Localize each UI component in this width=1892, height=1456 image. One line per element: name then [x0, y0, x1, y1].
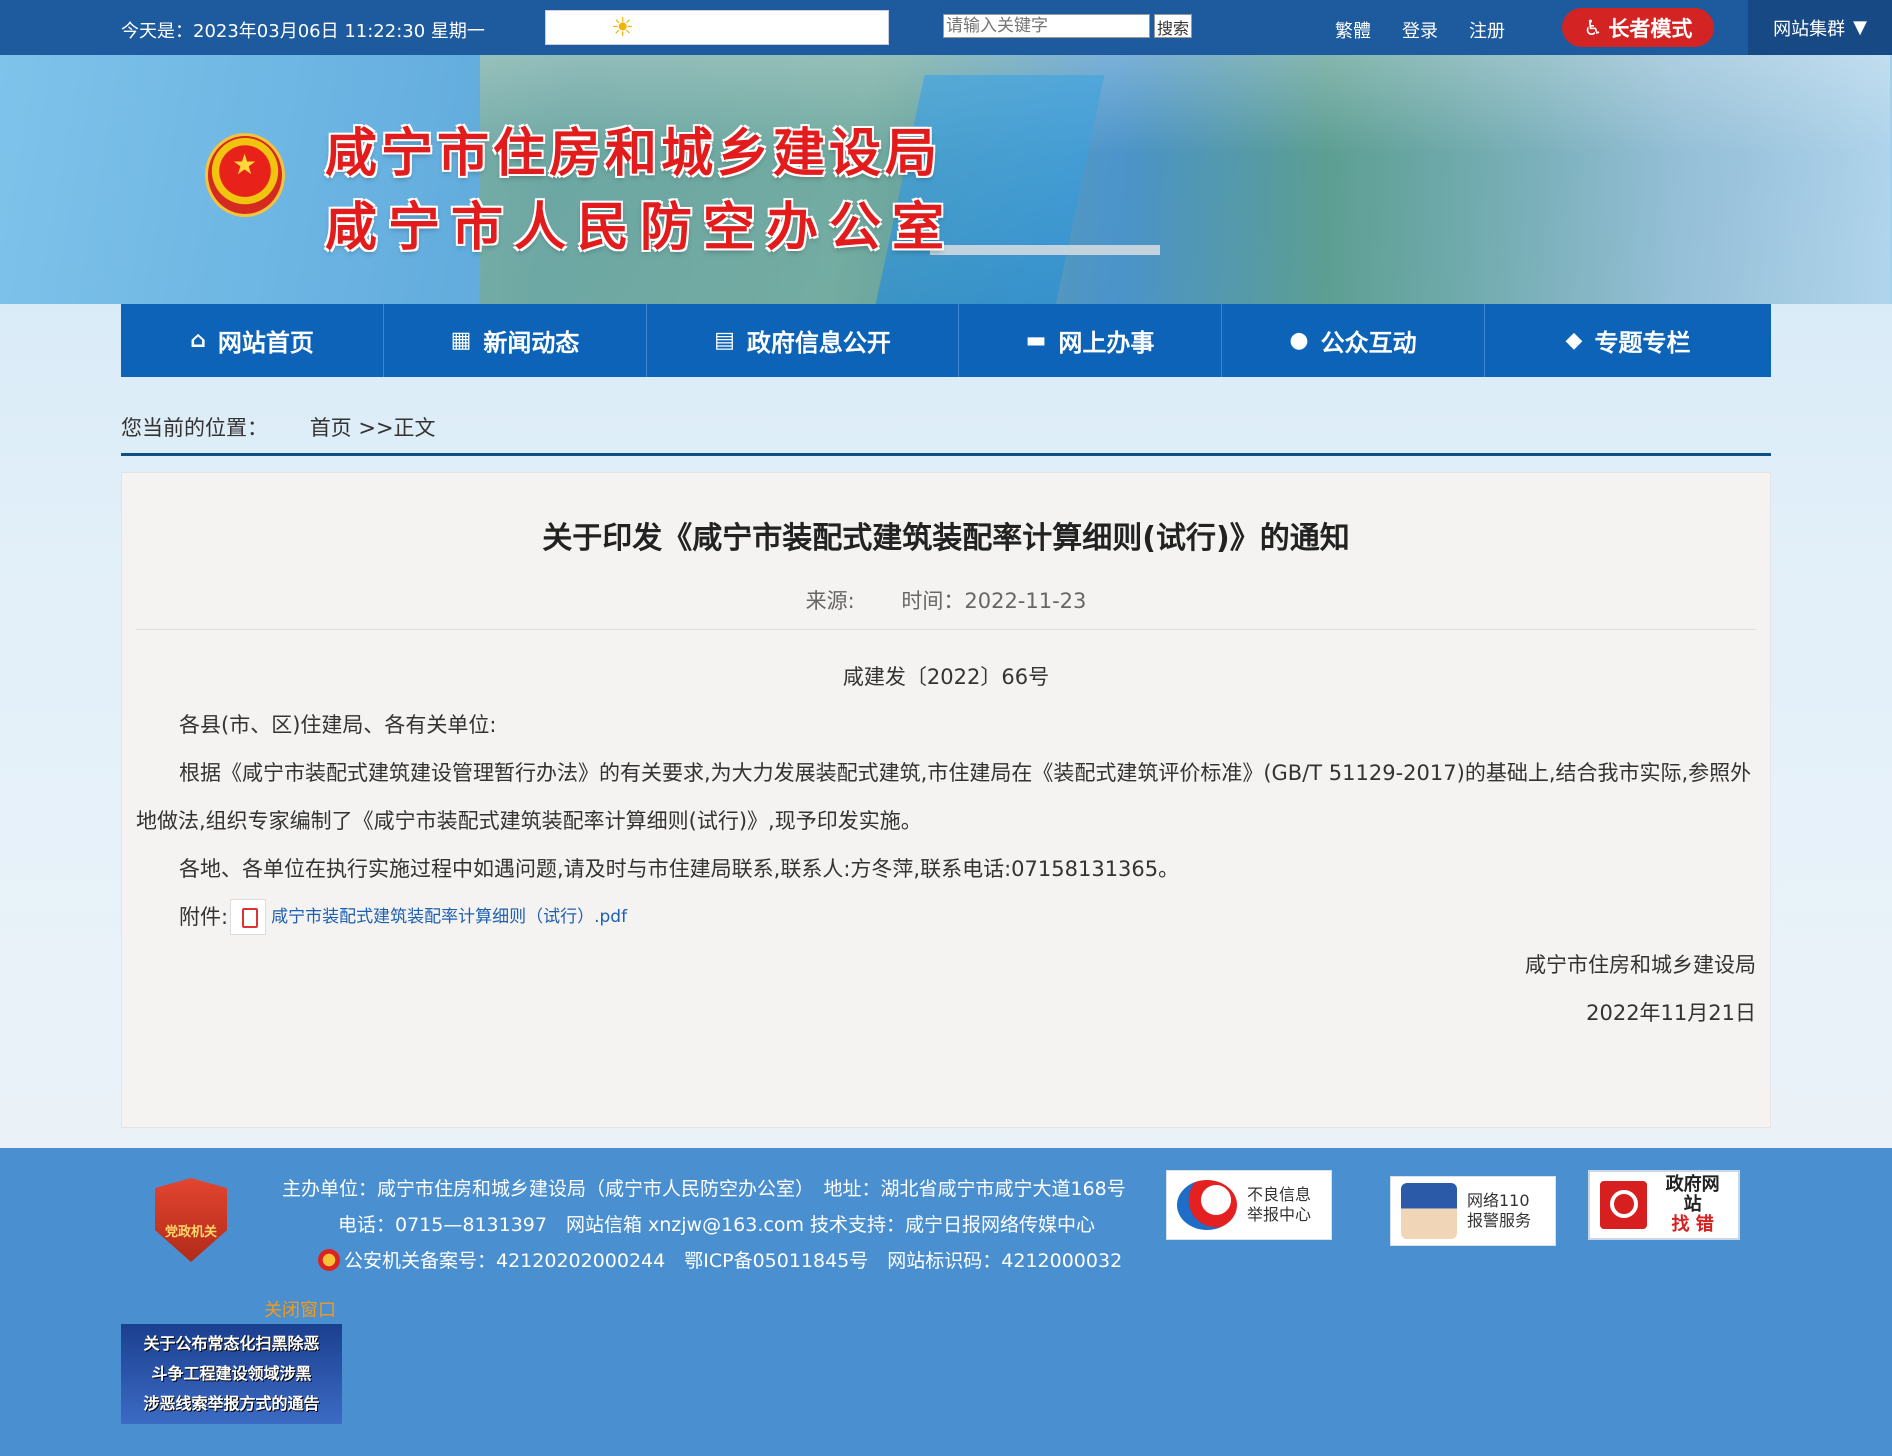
article-meta: 来源: 时间：2022-11-23 — [122, 585, 1770, 615]
gov-site-error-report-link[interactable]: 政府网站 找 错 — [1588, 1170, 1740, 1240]
attachment-link[interactable]: 咸宁市装配式建筑装配率计算细则（试行）.pdf — [271, 893, 627, 941]
nav-item-label: 公众互动 — [1320, 329, 1417, 357]
badge-label: 党政机关 — [164, 1225, 217, 1240]
bad-info-line2: 举报中心 — [1247, 1205, 1312, 1224]
report-center-logo-icon — [1177, 1180, 1237, 1230]
bridge-photo-element — [930, 245, 1160, 255]
login-link[interactable]: 登录 — [1402, 17, 1438, 43]
chat-bubble-icon: ● — [1289, 328, 1309, 353]
document-number: 咸建发〔2022〕66号 — [842, 665, 1050, 689]
nav-item-label: 网站首页 — [217, 329, 314, 357]
footer: 党政机关 主办单位：咸宁市住房和城乡建设局（咸宁市人民防空办公室） 地址：湖北省… — [0, 1148, 1892, 1456]
elder-mode-button[interactable]: ♿ 长者模式 — [1562, 8, 1714, 47]
police-officer-icon — [1401, 1183, 1457, 1239]
current-date: 今天是：2023年03月06日 11:22:30 星期一 — [121, 21, 485, 42]
weather-widget: ☀ — [545, 10, 889, 45]
notice-line1: 关于公布常态化扫黑除恶 — [143, 1334, 320, 1353]
breadcrumb-path[interactable]: 首页 >>正文 — [310, 416, 436, 440]
attachment-label: 附件: — [179, 905, 229, 929]
salutation: 各县(市、区)住建局、各有关单位: — [179, 713, 497, 737]
gov-find-line2: 找 错 — [1671, 1214, 1714, 1235]
tag-icon: ◆ — [1565, 328, 1583, 353]
footer-contact-info: 电话：0715—8131397 网站信箱 xnzjw@163.com 技术支持：… — [338, 1214, 1096, 1236]
article-title: 关于印发《咸宁市装配式建筑装配率计算细则(试行)》的通知 — [542, 521, 1350, 556]
magnifier-icon — [1600, 1181, 1648, 1229]
nav-item-label: 政府信息公开 — [746, 329, 891, 357]
breadcrumb-divider — [121, 453, 1771, 456]
article-source: 来源: — [805, 589, 855, 613]
chevron-down-icon: ▼ — [1853, 17, 1867, 38]
bad-info-report-link[interactable]: 不良信息 举报中心 — [1166, 1170, 1332, 1240]
elder-mode-label: 长者模式 — [1608, 16, 1693, 41]
nav-item-news[interactable]: ▦ 新闻动态 — [384, 304, 647, 377]
paragraph-2: 各地、各单位在执行实施过程中如遇问题,请及时与市住建局联系,联系人:方冬萍,联系… — [179, 857, 1180, 881]
site-title-line2: 咸宁市人民防空办公室 — [325, 197, 956, 258]
breadcrumb: 您当前的位置： 首页 >>正文 — [121, 412, 436, 442]
footer-host-info: 主办单位：咸宁市住房和城乡建设局（咸宁市人民防空办公室） 地址：湖北省咸宁市咸宁… — [282, 1178, 1126, 1200]
paragraph-1: 根据《咸宁市装配式建筑建设管理暂行办法》的有关要求,为大力发展装配式建筑,市住建… — [136, 761, 1752, 833]
footer-registration: 公安机关备案号：42120202000244 鄂ICP备05011845号 网站… — [318, 1246, 1122, 1273]
net110-line2: 报警服务 — [1467, 1211, 1532, 1230]
pdf-file-icon — [230, 899, 267, 935]
nav-item-gov-info[interactable]: ▤ 政府信息公开 — [647, 304, 959, 377]
nav-item-label: 专题专栏 — [1594, 329, 1691, 357]
folder-icon: ▬ — [1025, 328, 1047, 353]
site-group-dropdown[interactable]: 网站集群 ▼ — [1748, 0, 1892, 55]
register-link[interactable]: 注册 — [1469, 17, 1505, 43]
net110-line1: 网络110 — [1467, 1191, 1530, 1210]
document-icon: ▤ — [714, 328, 735, 353]
signature: 咸宁市住房和城乡建设局 — [1525, 953, 1756, 977]
site-title-line1: 咸宁市住房和城乡建设局 — [325, 123, 942, 184]
search-input[interactable] — [943, 14, 1150, 38]
header-banner: 咸宁市住房和城乡建设局 咸宁市人民防空办公室 — [0, 55, 1892, 304]
site-group-label: 网站集群 — [1773, 18, 1846, 40]
main-nav: ⌂ 网站首页 ▦ 新闻动态 ▤ 政府信息公开 ▬ 网上办事 ● 公众互动 ◆ 专… — [121, 304, 1771, 377]
nav-item-label: 网上办事 — [1058, 329, 1155, 357]
gov-find-line1: 政府网站 — [1665, 1174, 1720, 1215]
article-divider — [136, 629, 1756, 630]
nav-item-interaction[interactable]: ● 公众互动 — [1222, 304, 1485, 377]
breadcrumb-label: 您当前的位置： — [121, 416, 268, 440]
article-panel: 关于印发《咸宁市装配式建筑装配率计算细则(试行)》的通知 来源: 时间：2022… — [121, 472, 1771, 1128]
attachment-row: 附件: 咸宁市装配式建筑装配率计算细则（试行）.pdf — [136, 893, 1756, 941]
top-bar: 今天是：2023年03月06日 11:22:30 星期一 ☀ 搜索 繁體 登录 … — [0, 0, 1892, 55]
police-badge-icon — [318, 1248, 340, 1271]
article-time: 时间：2022-11-23 — [901, 589, 1087, 613]
footer-registration-text: 公安机关备案号：42120202000244 鄂ICP备05011845号 网站… — [344, 1250, 1123, 1272]
bad-info-line1: 不良信息 — [1247, 1185, 1312, 1204]
search-button[interactable]: 搜索 — [1154, 14, 1192, 38]
home-icon: ⌂ — [190, 328, 206, 353]
notice-line3: 涉恶线索举报方式的通告 — [143, 1394, 320, 1413]
close-window-link[interactable]: 关闭窗口 — [264, 1296, 336, 1322]
grid-icon: ▦ — [450, 328, 472, 353]
nav-item-online-services[interactable]: ▬ 网上办事 — [959, 304, 1222, 377]
nav-item-special-topics[interactable]: ◆ 专题专栏 — [1485, 304, 1771, 377]
party-gov-badge-icon[interactable]: 党政机关 — [155, 1178, 227, 1262]
national-emblem-icon — [205, 133, 285, 217]
nav-item-label: 新闻动态 — [483, 329, 580, 357]
traditional-chinese-link[interactable]: 繁體 — [1335, 17, 1371, 43]
notice-line2: 斗争工程建设领域涉黑 — [151, 1364, 312, 1383]
elder-person-icon: ♿ — [1583, 15, 1603, 40]
floating-notice-banner[interactable]: 关于公布常态化扫黑除恶 斗争工程建设领域涉黑 涉恶线索举报方式的通告 — [121, 1324, 342, 1424]
signature-date: 2022年11月21日 — [1586, 1001, 1756, 1025]
net110-report-link[interactable]: 网络110 报警服务 — [1390, 1176, 1556, 1246]
sun-icon: ☀ — [611, 13, 635, 43]
nav-item-home[interactable]: ⌂ 网站首页 — [121, 304, 384, 377]
